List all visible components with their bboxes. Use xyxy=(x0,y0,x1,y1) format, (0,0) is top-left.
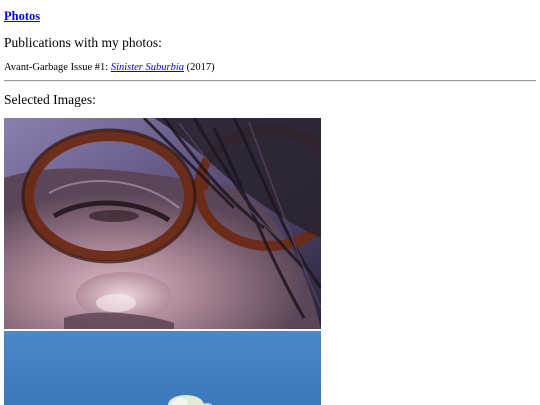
publication-link[interactable]: Sinister Suburbia xyxy=(111,62,184,73)
photo-glasses-closeup[interactable] xyxy=(4,118,321,329)
photos-title-link[interactable]: Photos xyxy=(4,9,40,24)
photo-glasses-image xyxy=(4,118,321,329)
photo-blue-sky[interactable] xyxy=(4,331,321,405)
page: Photos Publications with my photos: Avan… xyxy=(0,0,540,74)
selected-images-heading: Selected Images: xyxy=(4,92,96,107)
publication-item: Avant-Garbage Issue #1: Sinister Suburbi… xyxy=(4,61,536,74)
publication-suffix: (2017) xyxy=(184,62,215,73)
publication-prefix: Avant-Garbage Issue #1: xyxy=(4,62,111,73)
photo-sky-image xyxy=(4,331,321,405)
horizontal-rule xyxy=(4,80,536,82)
publications-intro: Publications with my photos: xyxy=(4,35,162,50)
